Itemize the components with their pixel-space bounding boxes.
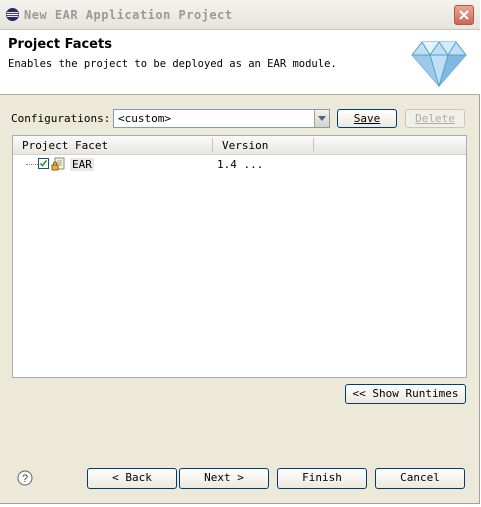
lock-icon: [51, 157, 65, 171]
column-header-facet[interactable]: Project Facet: [22, 139, 108, 152]
checkmark-icon: [39, 160, 48, 167]
svg-text:?: ?: [22, 473, 28, 485]
eclipse-icon: [5, 7, 20, 22]
title-bar: New EAR Application Project: [0, 0, 480, 30]
next-button[interactable]: Next >: [179, 468, 269, 489]
column-header-version[interactable]: Version: [222, 139, 268, 152]
table-header: Project Facet Version: [13, 136, 466, 155]
column-divider[interactable]: [212, 138, 213, 152]
finish-button-label: Finish: [302, 471, 342, 484]
help-icon[interactable]: ?: [17, 470, 33, 486]
tree-connector: [26, 164, 38, 165]
page-description: Enables the project to be deployed as an…: [8, 58, 337, 70]
back-button[interactable]: < Back: [87, 468, 177, 489]
facet-checkbox[interactable]: [38, 158, 49, 169]
configurations-label: Configurations:: [11, 112, 111, 125]
facet-name: EAR: [70, 158, 94, 171]
cancel-button[interactable]: Cancel: [375, 468, 465, 489]
window-title: New EAR Application Project: [24, 8, 233, 22]
column-divider[interactable]: [313, 138, 314, 152]
save-button-label: Save: [353, 112, 381, 125]
delete-button[interactable]: Delete: [405, 109, 465, 128]
diamond-icon: [411, 41, 467, 88]
combo-dropdown-button[interactable]: [314, 110, 329, 127]
configurations-combo[interactable]: <custom>: [113, 109, 330, 128]
close-button[interactable]: [454, 5, 474, 25]
save-button[interactable]: Save: [337, 109, 397, 128]
show-runtimes-label: << Show Runtimes: [352, 387, 459, 400]
back-button-label: < Back: [112, 471, 152, 484]
facet-version[interactable]: 1.4 ...: [217, 158, 263, 171]
finish-button[interactable]: Finish: [277, 468, 367, 489]
page-header: Project Facets Enables the project to be…: [0, 30, 480, 95]
dialog-window: New EAR Application Project Project Face…: [0, 0, 480, 504]
configurations-value: <custom>: [118, 112, 171, 125]
close-icon: [459, 10, 469, 20]
page-title: Project Facets: [8, 37, 112, 52]
show-runtimes-button[interactable]: << Show Runtimes: [345, 384, 466, 404]
facets-table: Project Facet Version EAR 1.4 ...: [12, 135, 467, 378]
chevron-down-icon: [318, 116, 326, 121]
table-row[interactable]: EAR 1.4 ...: [13, 156, 466, 172]
next-button-label: Next >: [204, 471, 244, 484]
cancel-button-label: Cancel: [400, 471, 440, 484]
delete-button-label: Delete: [415, 112, 455, 125]
